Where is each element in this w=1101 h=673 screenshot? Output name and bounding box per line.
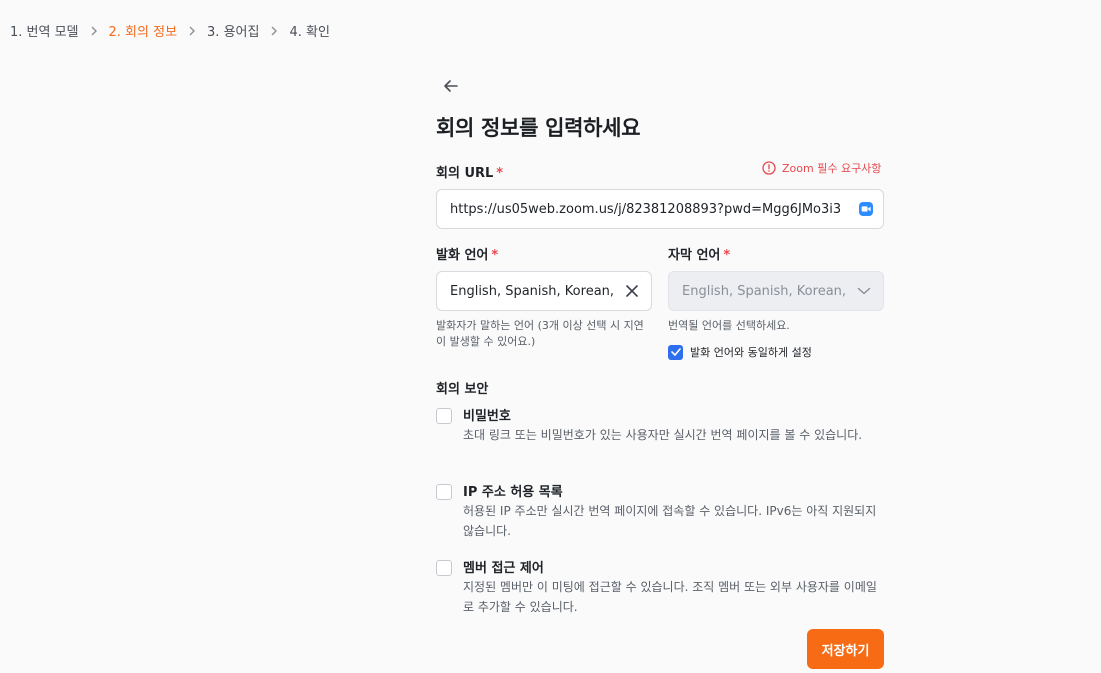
member-access-title: 멤버 접근 제어 <box>463 561 544 576</box>
step-meeting-info[interactable]: 2. 회의 정보 <box>109 21 178 40</box>
ip-allowlist-title: IP 주소 허용 목록 <box>463 485 563 500</box>
security-option-password: 비밀번호 초대 링크 또는 비밀번호가 있는 사용자만 실시간 번역 페이지를 … <box>436 405 884 467</box>
spoken-language-label: 발화 언어 * <box>436 248 499 263</box>
chevron-right-icon <box>177 24 207 38</box>
meeting-url-input[interactable]: https://us05web.zoom.us/j/82381208893?pw… <box>436 189 884 229</box>
save-button[interactable]: 저장하기 <box>807 629 884 669</box>
same-as-spoken-toggle[interactable]: 발화 언어와 동일하게 설정 <box>668 344 812 360</box>
meeting-url-label: 회의 URL * <box>436 166 504 181</box>
check-icon <box>670 348 681 356</box>
zoom-requirement-text: Zoom 필수 요구사항 <box>782 162 882 175</box>
spoken-language-select[interactable]: English, Spanish, Korean, <box>436 271 652 311</box>
alert-circle-icon <box>762 161 776 175</box>
zoom-requirement-link[interactable]: Zoom 필수 요구사항 <box>762 160 881 176</box>
back-button[interactable] <box>441 76 463 96</box>
step-confirm[interactable]: 4. 확인 <box>289 21 329 40</box>
password-title: 비밀번호 <box>463 409 511 424</box>
step-translation-model[interactable]: 1. 번역 모델 <box>10 21 79 40</box>
breadcrumb: 1. 번역 모델 2. 회의 정보 3. 용어집 4. 확인 <box>10 21 330 40</box>
step-glossary[interactable]: 3. 용어집 <box>207 21 259 40</box>
spoken-language-value: English, Spanish, Korean, <box>450 283 615 299</box>
caption-language-help: 번역될 언어를 선택하세요. <box>668 319 790 332</box>
caption-language-label: 자막 언어 * <box>668 248 731 263</box>
meeting-url-value: https://us05web.zoom.us/j/82381208893?pw… <box>450 201 842 217</box>
member-access-desc: 지정된 멤버만 이 미팅에 접근할 수 있습니다. 조직 멤버 또는 외부 사용… <box>463 580 877 614</box>
caption-language-value: English, Spanish, Korean, <box>682 283 847 299</box>
caption-language-select: English, Spanish, Korean, <box>668 271 884 311</box>
password-desc: 초대 링크 또는 비밀번호가 있는 사용자만 실시간 번역 페이지를 볼 수 있… <box>463 428 863 442</box>
security-option-member-access: 멤버 접근 제어 지정된 멤버만 이 미팅에 접근할 수 있습니다. 조직 멤버… <box>436 557 884 619</box>
chevron-down-icon <box>857 287 871 295</box>
chevron-right-icon <box>79 24 109 38</box>
spoken-language-help: 발화자가 말하는 언어 (3개 이상 선택 시 지연이 발생할 수 있어요.) <box>436 319 644 348</box>
required-mark: * <box>496 166 504 181</box>
security-option-ip-allowlist: IP 주소 허용 목록 허용된 IP 주소만 실시간 번역 페이지에 접속할 수… <box>436 481 884 543</box>
ip-allowlist-desc: 허용된 IP 주소만 실시간 번역 페이지에 접속할 수 있습니다. IPv6는… <box>463 504 877 538</box>
zoom-camera-icon <box>859 202 873 216</box>
password-checkbox[interactable] <box>436 408 452 424</box>
arrow-left-icon <box>444 80 458 92</box>
member-access-checkbox[interactable] <box>436 560 452 576</box>
same-as-spoken-label: 발화 언어와 동일하게 설정 <box>690 346 812 359</box>
ip-allowlist-checkbox[interactable] <box>436 484 452 500</box>
required-mark: * <box>723 248 731 263</box>
close-icon[interactable] <box>625 284 639 298</box>
same-as-spoken-checkbox[interactable] <box>668 344 683 360</box>
required-mark: * <box>491 248 499 263</box>
chevron-right-icon <box>259 24 289 38</box>
page-title: 회의 정보를 입력하세요 <box>436 116 641 140</box>
meeting-security-label: 회의 보안 <box>436 382 489 397</box>
